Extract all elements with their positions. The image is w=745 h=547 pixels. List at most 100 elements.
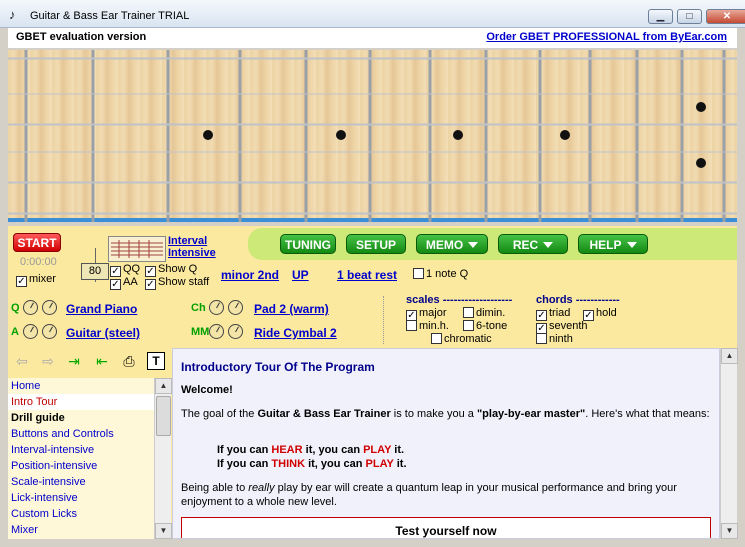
chord-ninth-checkbox[interactable] <box>536 333 547 344</box>
one-note-q-option[interactable]: 1 note Q <box>413 268 468 280</box>
nav-item-scale-intensive[interactable]: Scale-intensive <box>8 474 154 490</box>
show-staff-option[interactable]: ✓ Show staff <box>145 276 209 290</box>
q-pan-knob[interactable] <box>42 300 57 315</box>
a-pan-knob[interactable] <box>42 324 57 339</box>
rec-label: REC <box>512 238 539 252</box>
p2-a: Being able to <box>181 482 249 494</box>
chord-seventh-label: seventh <box>549 320 588 332</box>
nav-item-home[interactable]: Home <box>8 378 154 394</box>
nav-item-interval-intensive[interactable]: Interval-intensive <box>8 442 154 458</box>
chord-triad-option[interactable]: ✓ triad <box>536 307 570 321</box>
q-volume-knob[interactable] <box>23 300 38 315</box>
scroll-thumb[interactable] <box>156 396 171 436</box>
scale-6tone-checkbox[interactable] <box>463 320 474 331</box>
nav-scrollbar[interactable]: ▲ ▼ <box>154 378 172 539</box>
fretboard[interactable] <box>8 50 737 222</box>
order-link[interactable]: Order GBET PROFESSIONAL from ByEar.com <box>486 31 727 43</box>
mixer-checkbox[interactable]: ✓ <box>16 276 27 287</box>
show-staff-checkbox[interactable]: ✓ <box>145 279 156 290</box>
forward-arrow-icon[interactable]: ⇨ <box>39 352 57 370</box>
l2-a: If you can <box>217 458 272 470</box>
mm-instrument-link[interactable]: Ride Cymbal 2 <box>254 326 337 340</box>
setup-label: SETUP <box>355 238 396 252</box>
nav-item-mixer[interactable]: Mixer <box>8 522 154 538</box>
scroll-up-icon[interactable]: ▲ <box>721 348 738 364</box>
content-scrollbar[interactable]: ▲ ▼ <box>720 348 738 539</box>
ch-pan-knob[interactable] <box>228 300 243 315</box>
back-arrow-icon[interactable]: ⇦ <box>13 352 31 370</box>
minimize-button[interactable]: ▁ <box>648 9 673 24</box>
maximize-button[interactable]: □ <box>677 9 702 24</box>
a-volume-knob[interactable] <box>23 324 38 339</box>
close-button[interactable]: ✕ <box>706 9 745 24</box>
hear-play-line: If you can HEAR it, you can PLAY it. <box>217 444 404 456</box>
tempo-value[interactable]: 80 <box>81 263 109 280</box>
scale-chromatic-checkbox[interactable] <box>431 333 442 344</box>
qq-option[interactable]: ✓ QQ <box>110 263 140 277</box>
scroll-down-icon[interactable]: ▼ <box>721 523 738 539</box>
aa-option[interactable]: ✓ AA <box>110 276 138 290</box>
chord-hold-option[interactable]: ✓ hold <box>583 307 617 321</box>
memo-button[interactable]: MEMO <box>416 234 488 254</box>
music-note-icon: ♪ <box>9 7 16 22</box>
ch-volume-knob[interactable] <box>209 300 224 315</box>
test-yourself-box[interactable]: Test yourself now <box>181 517 711 538</box>
window-title: Guitar & Bass Ear Trainer TRIAL <box>30 10 190 22</box>
aa-checkbox[interactable]: ✓ <box>110 279 121 290</box>
interval-line1: Interval <box>168 235 208 247</box>
scale-chromatic-option[interactable]: chromatic <box>431 333 492 345</box>
help-button[interactable]: HELP <box>578 234 648 254</box>
l1-a: If you can <box>217 444 272 456</box>
show-staff-label: Show staff <box>158 276 210 288</box>
nav-item-buttons-controls[interactable]: Buttons and Controls <box>8 426 154 442</box>
chord-seventh-option[interactable]: ✓ seventh <box>536 320 588 334</box>
nav-item-intro-tour[interactable]: Intro Tour <box>8 394 154 410</box>
scale-minh-option[interactable]: min.h. <box>406 320 449 332</box>
help-navigation-panel: ⇦ ⇨ ⇥ ⇤ ⎙ T Home Intro Tour Drill guide … <box>8 348 172 539</box>
interval-intensive-link[interactable]: Interval Intensive <box>168 235 216 259</box>
think-play-line: If you can THINK it, you can PLAY it. <box>217 458 407 470</box>
mm-volume-knob[interactable] <box>209 324 224 339</box>
nav-item-lick-intensive[interactable]: Lick-intensive <box>8 490 154 506</box>
text-icon[interactable]: T <box>147 352 165 370</box>
staff-icon[interactable] <box>108 236 166 262</box>
direction-link[interactable]: UP <box>292 268 309 282</box>
mm-label: MM <box>191 326 210 338</box>
dropdown-arrow-icon <box>543 242 554 248</box>
nav-item-drill-guide[interactable]: Drill guide <box>8 410 154 426</box>
nav-item-custom-licks[interactable]: Custom Licks <box>8 506 154 522</box>
scale-6tone-option[interactable]: 6-tone <box>463 320 507 332</box>
one-note-q-checkbox[interactable] <box>413 268 424 279</box>
scroll-down-icon[interactable]: ▼ <box>155 523 172 539</box>
rest-link[interactable]: 1 beat rest <box>337 268 397 282</box>
staff-lines <box>111 240 163 258</box>
mm-pan-knob[interactable] <box>228 324 243 339</box>
q-instrument-link[interactable]: Grand Piano <box>66 302 137 316</box>
scale-minh-label: min.h. <box>419 320 449 332</box>
mixer-option[interactable]: ✓ mixer <box>16 273 56 287</box>
import-icon[interactable]: ⇥ <box>65 352 83 370</box>
scale-major-option[interactable]: ✓ major <box>406 307 447 321</box>
scale-chromatic-label: chromatic <box>444 333 492 345</box>
rec-button[interactable]: REC <box>498 234 568 254</box>
scale-dimin-option[interactable]: dimin. <box>463 307 505 319</box>
printer-icon[interactable]: ⎙ <box>120 352 138 370</box>
export-icon[interactable]: ⇤ <box>93 352 111 370</box>
ch-instrument-link[interactable]: Pad 2 (warm) <box>254 302 329 316</box>
scroll-up-icon[interactable]: ▲ <box>155 378 172 394</box>
a-instrument-link[interactable]: Guitar (steel) <box>66 326 140 340</box>
ch-label: Ch <box>191 302 206 314</box>
tuning-button[interactable]: TUNING <box>280 234 336 254</box>
tuning-label: TUNING <box>285 238 331 252</box>
start-button[interactable]: START <box>13 233 61 252</box>
scale-dimin-checkbox[interactable] <box>463 307 474 318</box>
chord-ninth-option[interactable]: ninth <box>536 333 573 345</box>
scale-minh-checkbox[interactable] <box>406 320 417 331</box>
chord-hold-label: hold <box>596 307 617 319</box>
show-q-option[interactable]: ✓ Show Q <box>145 263 197 277</box>
setup-button[interactable]: SETUP <box>346 234 406 254</box>
timer: 0:00:00 <box>20 256 57 268</box>
interval-value-link[interactable]: minor 2nd <box>221 268 279 282</box>
scale-6tone-label: 6-tone <box>476 320 508 332</box>
nav-item-position-intensive[interactable]: Position-intensive <box>8 458 154 474</box>
